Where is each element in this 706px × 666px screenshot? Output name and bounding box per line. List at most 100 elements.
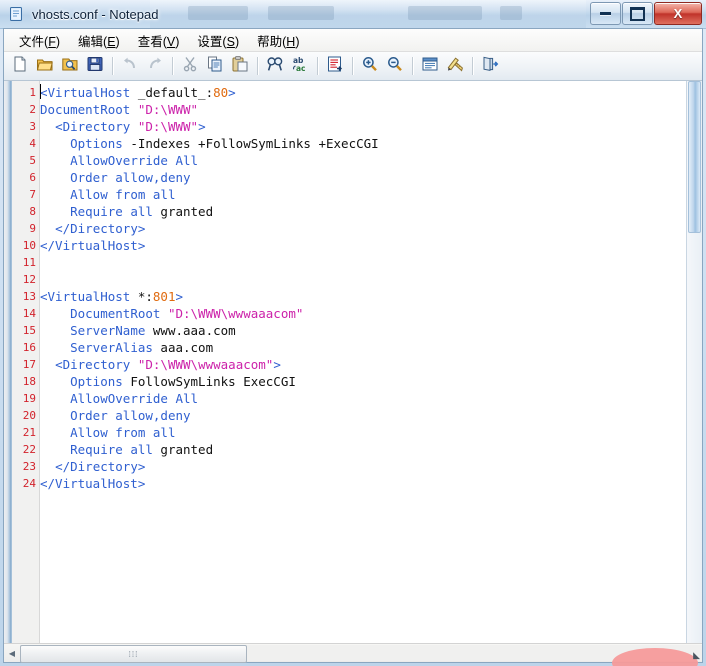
word-wrap-button[interactable] [418,54,442,78]
new-file-button[interactable] [8,54,32,78]
zoom-in-button[interactable] [358,54,382,78]
menu-edit-label: 编辑 [78,34,104,49]
line-number: 16 [22,341,36,354]
paste-button[interactable] [228,54,252,78]
code-token: > [273,357,281,372]
code-token: ServerName [70,323,146,338]
code-line: Order allow,deny [40,169,686,186]
goto-line-button[interactable] [323,54,347,78]
open-folder-button[interactable] [33,54,57,78]
toolbar-separator [112,57,113,75]
code-line: Order allow,deny [40,407,686,424]
maximize-button[interactable] [622,2,653,25]
save-button[interactable] [83,54,107,78]
vertical-scrollbar-thumb[interactable] [688,81,701,233]
open-folder-icon [36,55,54,78]
menu-file[interactable]: 文件(F) [10,29,69,52]
redo-button[interactable] [143,54,167,78]
toolbar-separator [317,57,318,75]
code-token: Options [70,374,123,389]
background-window-ghost [408,6,482,20]
line-number: 10 [22,239,36,252]
toolbar-separator [257,57,258,75]
line-number: 2 [29,103,36,116]
code-token: granted [152,204,214,219]
toolbar-separator [352,57,353,75]
code-text-area[interactable]: <VirtualHost _default_:80> DocumentRoot "… [40,81,686,643]
minimize-button[interactable] [590,2,621,25]
menu-help[interactable]: 帮助(H) [248,29,308,52]
line-number: 5 [29,154,36,167]
code-token: AllowOverride All [70,153,199,168]
find-icon [266,55,284,78]
save-icon [86,55,104,78]
vertical-scrollbar[interactable] [686,81,702,643]
menu-bar: 文件(F) 编辑(E) 查看(V) 设置(S) 帮助(H) [4,29,702,52]
zoom-out-icon [386,55,404,78]
code-token: Options [70,136,123,151]
code-line: ServerAlias aaa.com [40,339,686,356]
find-button[interactable] [263,54,287,78]
code-line: Require all granted [40,441,686,458]
menu-view[interactable]: 查看(V) [129,29,189,52]
cut-button[interactable] [178,54,202,78]
code-line: Options -Indexes +FollowSymLinks +ExecCG… [40,135,686,152]
code-token: DocumentRoot [70,306,161,321]
code-line: DocumentRoot "D:\WWW\wwwaaacom" [40,305,686,322]
redo-icon [146,55,164,78]
code-token: <Directory [55,357,131,372]
word-wrap-icon [421,55,439,78]
close-button[interactable]: X [654,2,702,25]
code-line: <Directory "D:\WWW\wwwaaacom"> [40,356,686,373]
code-token: _default_: [130,85,214,100]
code-token: Require all [70,204,153,219]
code-line: </Directory> [40,458,686,475]
line-number: 8 [29,205,36,218]
code-token: Allow from all [70,425,176,440]
line-number: 3 [29,120,36,133]
line-number: 1 [29,86,36,99]
minimize-icon [600,12,611,15]
zoom-out-button[interactable] [383,54,407,78]
code-line: AllowOverride All [40,152,686,169]
code-line: DocumentRoot "D:\WWW" [40,101,686,118]
menu-edit[interactable]: 编辑(E) [69,29,129,52]
horizontal-scrollbar-track[interactable]: ⁞⁞⁞ [20,645,702,663]
format-ruler-button[interactable] [443,54,467,78]
code-line: <Directory "D:\WWW"> [40,118,686,135]
copy-icon [206,55,224,78]
code-token: </VirtualHost> [40,238,146,253]
title-bar[interactable]: vhosts.conf - Notepad X [0,0,706,29]
undo-icon [121,55,139,78]
line-number: 11 [22,256,36,269]
menu-settings[interactable]: 设置(S) [188,29,248,52]
menu-file-accel: F [48,34,56,49]
code-token: aaa.com [152,340,214,355]
copy-button[interactable] [203,54,227,78]
exit-button[interactable] [478,54,502,78]
horizontal-scrollbar[interactable]: ◀ ⁞⁞⁞ ◣ [4,643,702,666]
resize-grip-icon: ◣ [693,650,700,660]
goto-line-icon [326,55,344,78]
code-line: AllowOverride All [40,390,686,407]
undo-button[interactable] [118,54,142,78]
replace-button[interactable]: ab ac [288,54,312,78]
code-token: www.aaa.com [145,323,236,338]
menu-edit-accel: E [107,34,116,49]
code-line: Allow from all [40,186,686,203]
code-token: </Directory> [55,221,146,236]
line-number: 22 [22,443,36,456]
line-number: 19 [22,392,36,405]
paste-icon [231,55,249,78]
code-token: </Directory> [55,459,146,474]
open-recent-button[interactable] [58,54,82,78]
code-token: "D:\WWW" [137,119,199,134]
code-line: ServerName www.aaa.com [40,322,686,339]
code-token: <Directory [55,119,131,134]
scroll-left-arrow[interactable]: ◀ [4,645,20,661]
code-token: Order allow,deny [70,170,191,185]
horizontal-scrollbar-thumb[interactable]: ⁞⁞⁞ [20,645,247,663]
